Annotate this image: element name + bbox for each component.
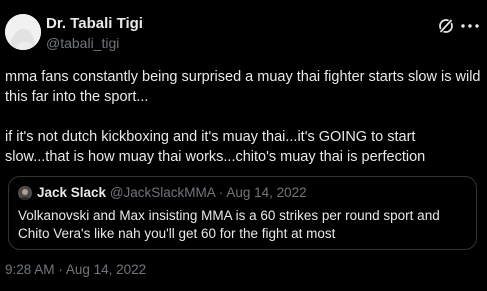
tweet-date: Aug 14, 2022 — [65, 262, 147, 277]
timestamp-separator: · — [58, 262, 63, 277]
quoted-separator: · — [218, 185, 224, 200]
tweet-time: 9:28 AM — [5, 262, 55, 277]
avatar[interactable] — [5, 14, 41, 50]
more-options-icon[interactable] — [458, 18, 482, 34]
author-info: Dr. Tabali Tigi @tabali_tigi — [46, 15, 143, 52]
quoted-avatar-image — [18, 186, 32, 200]
author-name[interactable]: Dr. Tabali Tigi — [46, 15, 143, 33]
avatar-image — [5, 14, 41, 50]
quoted-header: Jack Slack @JackSlackMMA · Aug 14, 2022 — [37, 185, 307, 201]
tweet-timestamp[interactable]: 9:28 AM · Aug 14, 2022 — [5, 262, 146, 277]
quoted-text: Volkanovski and Max insisting MMA is a 6… — [18, 208, 440, 241]
x-logo-icon — [439, 18, 453, 34]
author-handle[interactable]: @tabali_tigi — [46, 34, 143, 52]
quoted-author-name[interactable]: Jack Slack — [37, 185, 106, 200]
quoted-avatar[interactable] — [18, 186, 32, 200]
tweet-text: mma fans constantly being surprised a mu… — [5, 69, 481, 165]
quoted-author-handle[interactable]: @JackSlackMMA — [110, 185, 215, 200]
quoted-tweet[interactable]: Jack Slack @JackSlackMMA · Aug 14, 2022 … — [8, 176, 477, 250]
quoted-date[interactable]: Aug 14, 2022 — [226, 185, 306, 200]
